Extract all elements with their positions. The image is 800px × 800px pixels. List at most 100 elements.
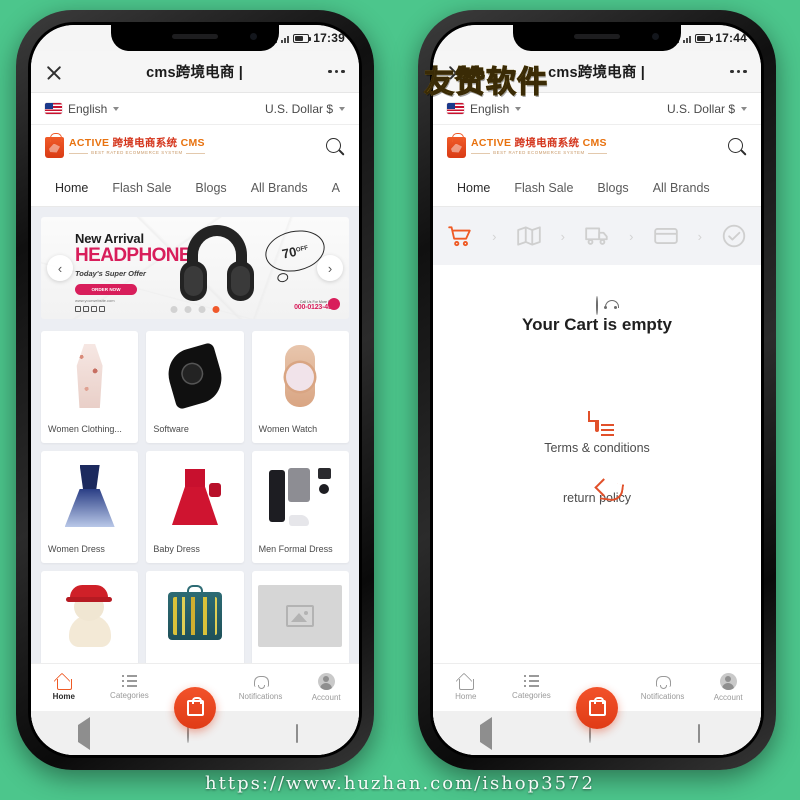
search-icon[interactable] (727, 137, 747, 157)
android-recents-button[interactable] (698, 724, 714, 743)
tab-label: Categories (512, 691, 551, 700)
search-icon[interactable] (325, 137, 345, 157)
women-clothing-image (76, 344, 103, 408)
us-flag-icon (45, 103, 62, 114)
nav-tab-overflow[interactable]: A (320, 169, 352, 206)
tab-categories[interactable]: Categories (97, 675, 163, 700)
carousel-dots (170, 306, 220, 313)
hero-cta-button[interactable]: ORDER NOW (75, 284, 137, 295)
android-back-button[interactable] (77, 717, 94, 750)
brand-logo[interactable]: ACTIVE 跨境电商系统 CMS BEST RATED ECOMMERCE S… (447, 132, 607, 158)
check-step-icon[interactable] (721, 223, 747, 249)
phone-device-right: 17:44 cms跨境电商 | English U.S. Dollar $ AC… (418, 10, 776, 770)
android-recents-button[interactable] (296, 724, 312, 743)
carousel-prev-button[interactable]: ‹ (47, 255, 73, 281)
tab-notifications[interactable]: Notifications (630, 675, 696, 701)
category-card[interactable]: Men Formal Dress (251, 451, 349, 563)
language-selector[interactable]: English (447, 101, 522, 116)
currency-selector[interactable]: U.S. Dollar $ (265, 102, 345, 116)
category-thumbnail (41, 459, 138, 533)
nav-tab-home[interactable]: Home (445, 169, 502, 206)
category-card[interactable]: Women Clothing... (41, 331, 139, 443)
hero-line-3: Today's Super Offer (75, 269, 146, 278)
category-card[interactable]: Women Dress (41, 451, 139, 563)
tab-label: Notifications (640, 691, 685, 701)
tab-categories[interactable]: Categories (499, 675, 565, 700)
truck-step-icon[interactable] (584, 223, 610, 249)
bell-icon (254, 675, 270, 689)
carousel-dot-active[interactable] (212, 306, 220, 313)
phone-screen-left: 17:39 cms跨境电商 | English U.S. Dollar $ AC… (28, 22, 362, 758)
nav-tab-blogs[interactable]: Blogs (183, 169, 238, 206)
tab-notifications[interactable]: Notifications (228, 675, 294, 701)
cart-fab-button[interactable] (174, 687, 216, 729)
carousel-dot[interactable] (170, 306, 178, 313)
nav-tab-home[interactable]: Home (43, 169, 100, 206)
page-content-left: English U.S. Dollar $ ACTIVE 跨境电商系统 CMS … (31, 93, 359, 755)
nav-tab-all-brands[interactable]: All Brands (641, 169, 722, 206)
language-label: English (470, 101, 510, 116)
category-card[interactable]: Baby Dress (146, 451, 244, 563)
cart-fab-button[interactable] (576, 687, 618, 729)
account-icon (719, 673, 737, 690)
tab-home[interactable]: Home (31, 675, 97, 701)
shopping-bag-icon (588, 697, 606, 716)
tool-kit-image (167, 585, 222, 640)
nav-tab-blogs[interactable]: Blogs (585, 169, 640, 206)
category-label: Baby Dress (153, 544, 200, 554)
us-flag-icon (447, 103, 464, 114)
screenshot-stage: 17:39 cms跨境电商 | English U.S. Dollar $ AC… (0, 0, 800, 800)
categories-icon (121, 675, 137, 688)
hero-line-1: New Arrival (75, 231, 144, 246)
category-card[interactable]: Women Watch (251, 331, 349, 443)
link-label: Terms & conditions (544, 441, 650, 455)
nav-tabs-left: Home Flash Sale Blogs All Brands A (31, 169, 359, 207)
category-card[interactable]: Software (146, 331, 244, 443)
language-selector[interactable]: English (45, 102, 120, 116)
tab-label: Home (52, 691, 75, 701)
more-options-icon[interactable] (328, 69, 345, 74)
hero-banner-section: New Arrival HEADPHONE Today's Super Offe… (31, 207, 359, 331)
home-icon (458, 675, 475, 690)
chevron-down-icon (515, 106, 522, 111)
nav-tab-flash-sale[interactable]: Flash Sale (100, 169, 183, 206)
discount-suffix: OFF (295, 245, 309, 254)
card-step-icon[interactable] (653, 223, 679, 249)
nav-tab-flash-sale[interactable]: Flash Sale (502, 169, 585, 206)
status-time: 17:44 (715, 31, 747, 45)
brand-logo[interactable]: ACTIVE 跨境电商系统 CMS BEST RATED ECOMMERCE S… (45, 132, 205, 158)
terms-and-conditions-link[interactable]: Terms & conditions (447, 403, 747, 471)
carousel-dot[interactable] (184, 306, 192, 313)
category-thumbnail (252, 579, 349, 653)
chevron-down-icon (339, 106, 345, 111)
hero-banner-slide[interactable]: New Arrival HEADPHONE Today's Super Offe… (41, 217, 349, 319)
battery-icon (293, 33, 312, 43)
more-options-icon[interactable] (730, 69, 747, 74)
policy-links-panel: Terms & conditions return policy (447, 383, 747, 527)
carousel-dot[interactable] (198, 306, 206, 313)
checkout-stepper: › › › › (433, 207, 761, 265)
cart-step-icon[interactable] (447, 223, 473, 249)
close-icon[interactable] (45, 63, 63, 81)
brand-name-cn: 跨境电商系统 (112, 137, 178, 150)
android-back-button[interactable] (479, 717, 496, 750)
teddy-bear-image (63, 585, 117, 647)
category-label: Software (153, 424, 189, 434)
tab-home[interactable]: Home (433, 675, 499, 701)
page-content-right: English U.S. Dollar $ ACTIVE 跨境电商系统 CMS … (433, 93, 761, 755)
chevron-down-icon (741, 106, 747, 111)
phone-notch (513, 25, 681, 51)
phone-device-left: 17:39 cms跨境电商 | English U.S. Dollar $ AC… (16, 10, 374, 770)
tab-account[interactable]: Account (695, 673, 761, 702)
tab-account[interactable]: Account (293, 673, 359, 702)
carousel-next-button[interactable]: › (317, 255, 343, 281)
category-grid: Women Clothing... Software Women Watch W… (31, 331, 359, 691)
nav-tab-all-brands[interactable]: All Brands (239, 169, 320, 206)
status-time: 17:39 (313, 31, 345, 45)
map-step-icon[interactable] (516, 223, 542, 249)
phone-notch (111, 25, 279, 51)
return-policy-link[interactable]: return policy (447, 471, 747, 521)
category-label: Women Watch (258, 424, 318, 434)
currency-selector[interactable]: U.S. Dollar $ (667, 102, 747, 116)
brand-name-en: ACTIVE (471, 137, 512, 150)
